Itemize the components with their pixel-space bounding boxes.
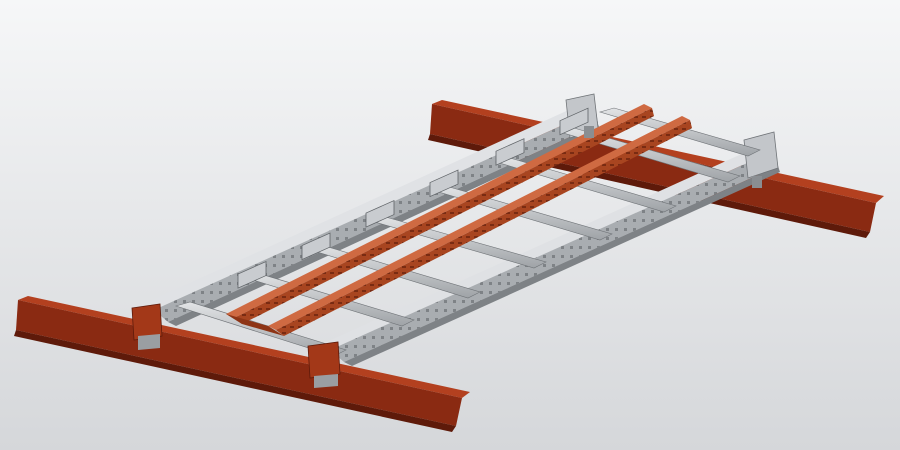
- background: [0, 0, 900, 450]
- cad-render: [0, 0, 900, 450]
- cad-viewport: [0, 0, 900, 450]
